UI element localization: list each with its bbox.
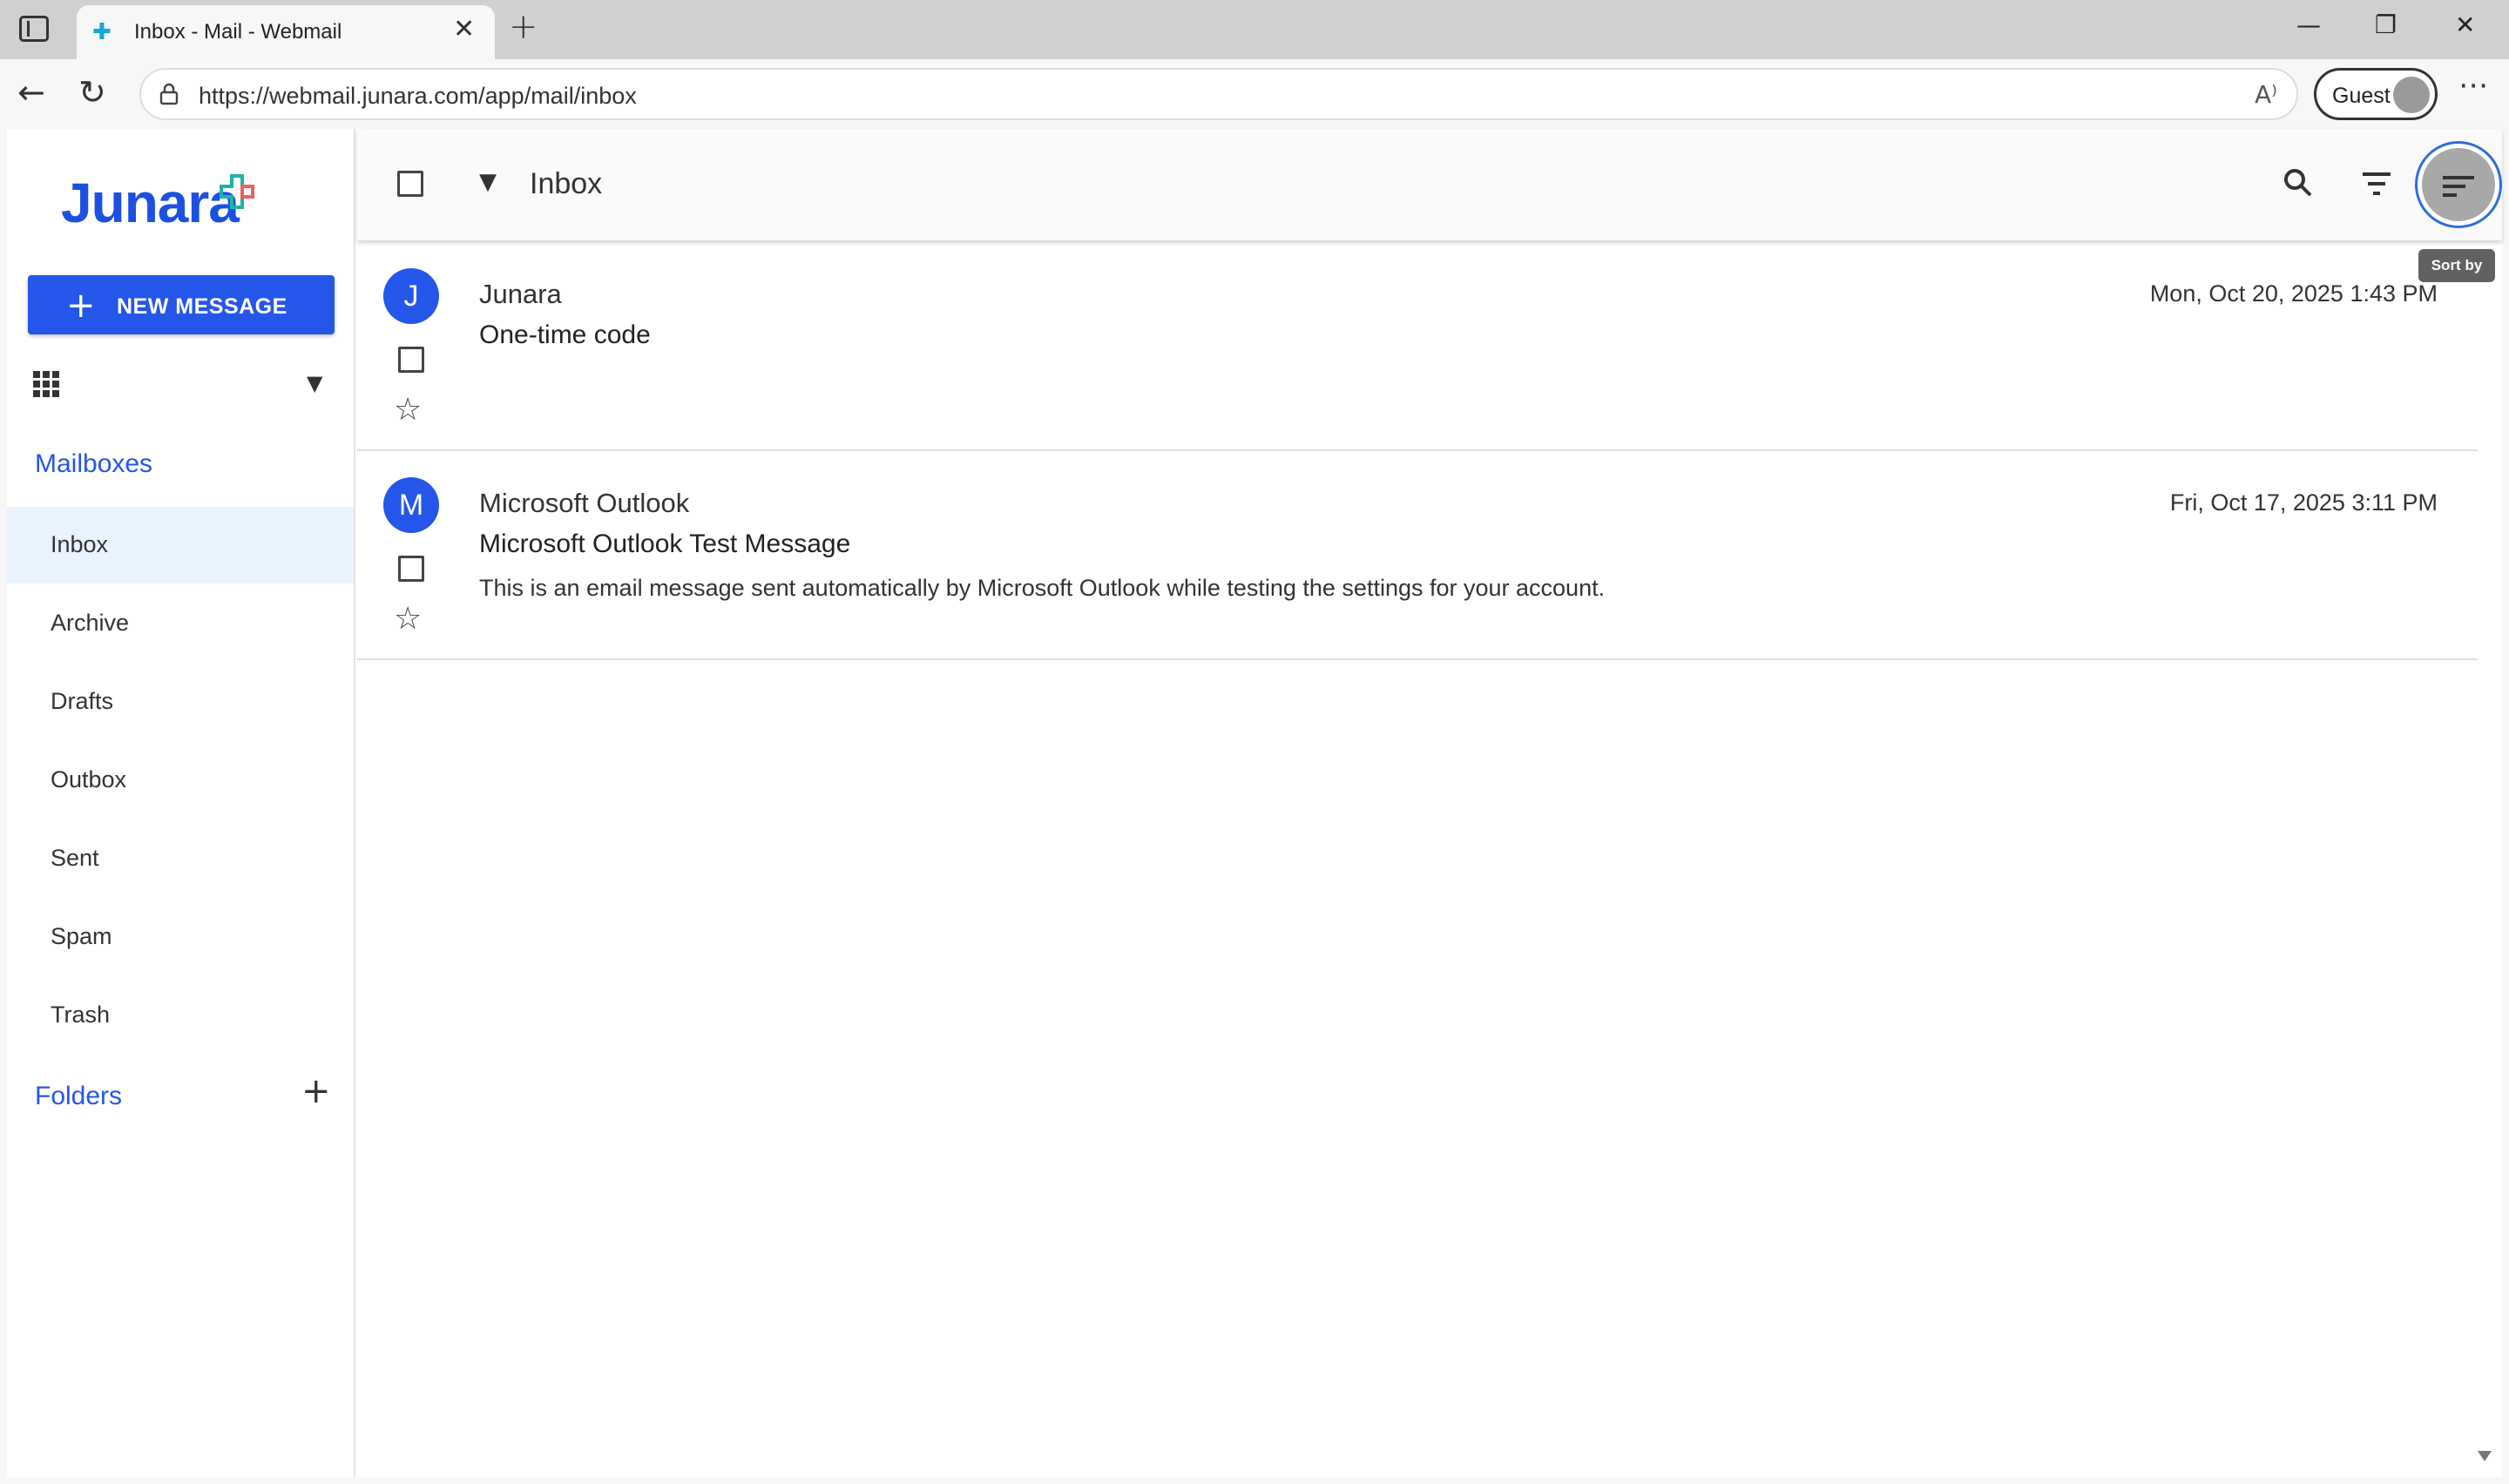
sender-avatar: J bbox=[383, 268, 439, 324]
sidebar-item-label: Trash bbox=[51, 1002, 111, 1028]
select-menu-caret-icon[interactable]: ▼ bbox=[479, 169, 497, 195]
left-sidebar: Junara + NEW MESSAGE ▼ Mailboxes Inbox A… bbox=[7, 129, 355, 1477]
message-checkbox[interactable] bbox=[398, 556, 424, 582]
message-date: Mon, Oct 20, 2025 1:43 PM bbox=[2149, 280, 2438, 307]
read-aloud-icon[interactable]: A⁾ bbox=[2255, 80, 2277, 109]
filter-icon[interactable] bbox=[2359, 169, 2394, 199]
star-icon[interactable]: ☆ bbox=[394, 392, 422, 428]
address-bar[interactable]: https://webmail.junara.com/app/mail/inbo… bbox=[139, 68, 2298, 120]
sidebar-item-label: Inbox bbox=[51, 531, 109, 557]
message-list-pane: ▼ Inbox Sort by J ☆ Junara One-time code… bbox=[357, 129, 2502, 1477]
message-row[interactable]: M ☆ Microsoft Outlook Microsoft Outlook … bbox=[357, 451, 2478, 660]
scroll-down-arrow-icon[interactable] bbox=[2478, 1451, 2492, 1461]
tab-strip: ✚ Inbox - Mail - Webmail ✕ + — ❐ ✕ bbox=[0, 0, 2509, 59]
apps-grid-icon[interactable] bbox=[33, 371, 59, 397]
lock-icon bbox=[159, 83, 179, 105]
reload-icon[interactable]: ↻ bbox=[78, 73, 106, 111]
browser-tab[interactable]: ✚ Inbox - Mail - Webmail ✕ bbox=[77, 5, 495, 59]
sidebar-item-spam[interactable]: Spam bbox=[7, 899, 354, 975]
sidebar-toggle-icon[interactable] bbox=[19, 16, 49, 42]
profile-label: Guest bbox=[2332, 84, 2391, 108]
select-all-checkbox[interactable] bbox=[397, 171, 423, 197]
restore-icon[interactable]: ❐ bbox=[2375, 10, 2397, 39]
profile-button[interactable]: Guest bbox=[2314, 68, 2438, 120]
message-preview: This is an email message sent automatica… bbox=[479, 575, 1606, 601]
page-title: Inbox bbox=[530, 167, 603, 200]
tab-title: Inbox - Mail - Webmail bbox=[134, 20, 342, 44]
sidebar-item-outbox[interactable]: Outbox bbox=[7, 742, 354, 819]
caret-down-icon[interactable]: ▼ bbox=[307, 371, 322, 395]
message-sender: Junara bbox=[479, 279, 562, 309]
sort-icon bbox=[2422, 148, 2495, 221]
close-icon[interactable]: ✕ bbox=[453, 14, 475, 44]
sidebar-item-archive[interactable]: Archive bbox=[7, 585, 354, 662]
add-folder-icon[interactable]: + bbox=[301, 1071, 331, 1111]
sidebar-item-label: Spam bbox=[51, 923, 112, 949]
plus-icon[interactable]: + bbox=[509, 7, 538, 47]
sidebar-item-sent[interactable]: Sent bbox=[7, 820, 354, 897]
message-date: Fri, Oct 17, 2025 3:11 PM bbox=[2169, 489, 2438, 516]
new-message-button[interactable]: + NEW MESSAGE bbox=[28, 275, 335, 334]
browser-toolbar: ← ↻ https://webmail.junara.com/app/mail/… bbox=[0, 59, 2509, 129]
sidebar-item-inbox[interactable]: Inbox bbox=[7, 507, 354, 583]
browser-window: ✚ Inbox - Mail - Webmail ✕ + — ❐ ✕ ← ↻ h… bbox=[0, 0, 2509, 1484]
message-row[interactable]: J ☆ Junara One-time code Mon, Oct 20, 20… bbox=[357, 242, 2478, 451]
logo: Junara bbox=[61, 172, 240, 234]
back-arrow-icon[interactable]: ← bbox=[17, 73, 45, 111]
message-subject: Microsoft Outlook Test Message bbox=[479, 530, 851, 558]
sender-avatar: M bbox=[383, 477, 439, 533]
mailboxes-title[interactable]: Mailboxes bbox=[35, 449, 152, 479]
sidebar-item-label: Drafts bbox=[51, 688, 114, 714]
sidebar-item-label: Sent bbox=[51, 845, 99, 871]
message-sender: Microsoft Outlook bbox=[479, 488, 690, 518]
message-list-header: ▼ Inbox bbox=[357, 129, 2502, 240]
favicon-icon: ✚ bbox=[92, 19, 112, 45]
more-icon[interactable]: ⋯ bbox=[2458, 68, 2488, 103]
url-text: https://webmail.junara.com/app/mail/inbo… bbox=[199, 83, 637, 109]
webmail-app: Junara + NEW MESSAGE ▼ Mailboxes Inbox A… bbox=[7, 129, 2502, 1477]
logo-cross-icon bbox=[220, 174, 254, 209]
message-checkbox[interactable] bbox=[398, 347, 424, 373]
avatar-icon bbox=[2393, 77, 2430, 113]
sort-button[interactable] bbox=[2415, 141, 2502, 228]
sidebar-item-label: Archive bbox=[51, 610, 130, 636]
message-subject: One-time code bbox=[479, 320, 651, 349]
close-window-icon[interactable]: ✕ bbox=[2455, 10, 2475, 39]
sidebar-item-drafts[interactable]: Drafts bbox=[7, 664, 354, 740]
folders-title[interactable]: Folders bbox=[35, 1082, 122, 1111]
search-icon[interactable] bbox=[2281, 165, 2316, 200]
sidebar-item-label: Outbox bbox=[51, 766, 127, 793]
star-icon[interactable]: ☆ bbox=[394, 601, 422, 637]
new-message-label: NEW MESSAGE bbox=[117, 294, 287, 319]
plus-icon: + bbox=[66, 286, 96, 326]
sidebar-item-trash[interactable]: Trash bbox=[7, 977, 354, 1054]
minimize-icon[interactable]: — bbox=[2296, 10, 2321, 39]
